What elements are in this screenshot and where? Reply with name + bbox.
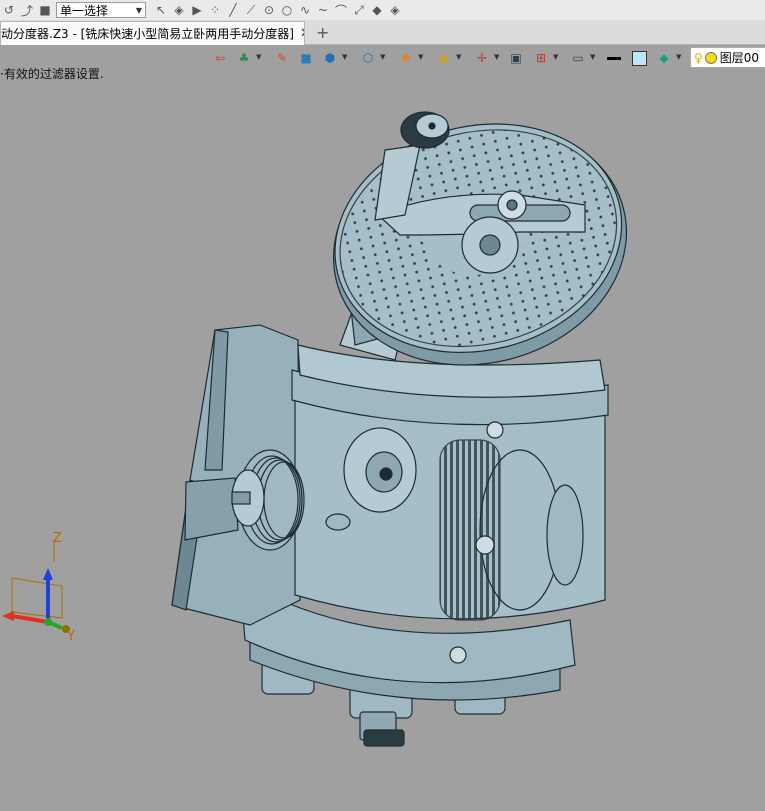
crank-hub-bore xyxy=(479,234,501,256)
y-axis-label: Y xyxy=(66,629,75,644)
internal-gear xyxy=(439,439,501,621)
thread-slot xyxy=(231,491,251,505)
z-axis-label: Z xyxy=(53,531,62,546)
3d-viewport[interactable]: Z Y xyxy=(0,0,765,811)
screw xyxy=(475,535,495,555)
worm-shaft xyxy=(546,484,584,586)
crank-boss-hole xyxy=(379,467,393,481)
triad-plane xyxy=(11,577,63,619)
lock-lever xyxy=(325,513,351,531)
z-axis-arrow xyxy=(43,568,53,580)
crank-nut-hole xyxy=(506,199,518,211)
crank-handle-dot xyxy=(428,122,436,130)
dividing-head-model[interactable] xyxy=(171,94,652,747)
coordinate-triad: Z Y xyxy=(2,531,75,644)
screw xyxy=(486,421,504,439)
triad-origin xyxy=(44,618,52,626)
bracket-slot xyxy=(184,477,239,541)
spindle-knob xyxy=(363,729,405,747)
screw xyxy=(449,646,467,664)
x-axis-arrow xyxy=(2,611,14,621)
x-axis xyxy=(11,614,49,624)
